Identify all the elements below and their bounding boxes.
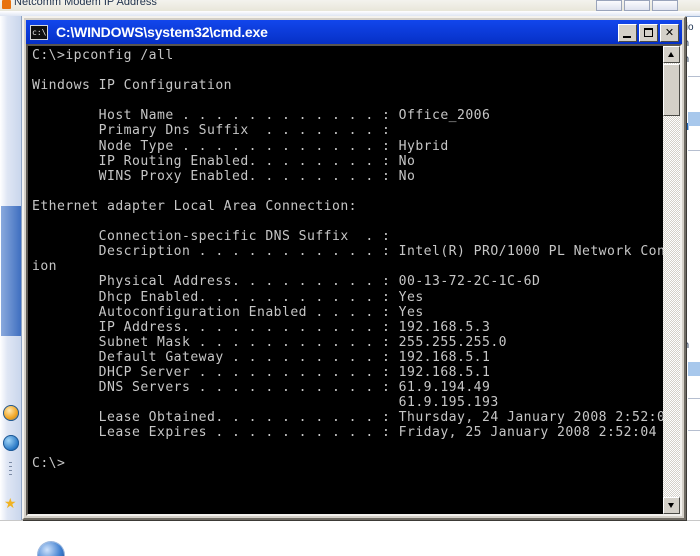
background-close-button[interactable] (652, 0, 678, 11)
cmd-icon (30, 24, 48, 40)
console-output-area[interactable]: C:\>ipconfig /all Windows IP Configurati… (26, 44, 682, 516)
background-bottom-pane (0, 520, 700, 556)
bg-divider-2 (688, 150, 700, 151)
bg-divider-1 (688, 76, 700, 77)
bg-divider-3 (688, 398, 700, 399)
globe-icon[interactable] (3, 435, 19, 451)
console-scrollbar[interactable] (663, 46, 680, 514)
chevron-down-icon (668, 503, 674, 508)
scroll-thumb[interactable] (663, 64, 680, 116)
console-window-title: C:\WINDOWS\system32\cmd.exe (56, 24, 268, 40)
scroll-down-arrow[interactable] (663, 497, 680, 514)
background-maximize-button[interactable] (624, 0, 650, 11)
command-prompt-window: C:\WINDOWS\system32\cmd.exe ✕ C:\>ipconf… (22, 16, 686, 520)
scroll-up-arrow[interactable] (663, 46, 680, 63)
background-minimize-button[interactable] (596, 0, 622, 11)
close-button[interactable]: ✕ (660, 24, 679, 42)
screen: Netcomm Modem IP Address ★ ctio an on ST… (0, 0, 700, 556)
app-icon (2, 0, 11, 9)
sidebar-highlight (1, 206, 21, 336)
menu-dots-icon[interactable] (9, 462, 12, 478)
minimize-button[interactable] (618, 24, 637, 42)
window-controls: ✕ (618, 24, 679, 42)
bg-divider-4 (688, 430, 700, 431)
chevron-up-icon (668, 52, 674, 57)
console-titlebar[interactable]: C:\WINDOWS\system32\cmd.exe ✕ (26, 20, 682, 44)
bg-section-header-2 (688, 362, 700, 376)
internet-explorer-icon[interactable] (3, 405, 19, 421)
bg-section-header-1 (688, 112, 700, 126)
console-output-text: C:\>ipconfig /all Windows IP Configurati… (32, 48, 680, 471)
favorites-star-icon[interactable]: ★ (4, 496, 18, 510)
background-window-title: Netcomm Modem IP Address (14, 0, 157, 8)
maximize-button[interactable] (639, 24, 658, 42)
